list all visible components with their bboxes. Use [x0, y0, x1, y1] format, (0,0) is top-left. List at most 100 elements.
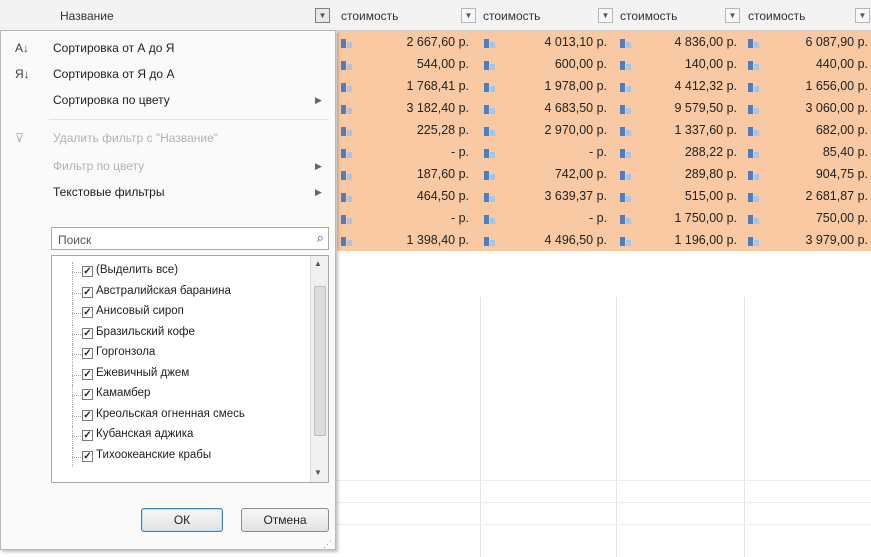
ok-button[interactable]: ОК	[141, 508, 223, 532]
search-icon[interactable]: ⌕	[317, 230, 324, 246]
table-cell[interactable]: 4 412,32 р.	[627, 75, 737, 97]
checkbox-checked[interactable]: ✓	[82, 307, 93, 318]
sort-descending-icon: Я↓	[15, 67, 30, 81]
clear-filter-item[interactable]: ⊽ Удалить фильтр с "Название"	[1, 127, 335, 149]
table-cell[interactable]: 140,00 р.	[627, 53, 737, 75]
table-cell[interactable]: 85,40 р.	[758, 141, 868, 163]
table-cell[interactable]: 600,00 р.	[497, 53, 607, 75]
table-cell[interactable]: 682,00 р.	[758, 119, 868, 141]
checklist-item[interactable]: ✓ Анисовый сироп	[52, 303, 307, 323]
table-cell[interactable]: - р.	[359, 141, 469, 163]
sort-az-item[interactable]: A↓ Сортировка от А до Я	[1, 37, 335, 59]
text-filters-item[interactable]: Текстовые фильтры ▶	[1, 181, 335, 203]
tree-line	[72, 395, 81, 396]
table-cell[interactable]: 3 182,40 р.	[359, 97, 469, 119]
table-cell[interactable]: 1 750,00 р.	[627, 207, 737, 229]
table-cell[interactable]: 1 978,00 р.	[497, 75, 607, 97]
table-cell[interactable]: 289,80 р.	[627, 163, 737, 185]
column-header-cost-4[interactable]: стоимость	[748, 6, 805, 26]
table-cell[interactable]: 225,28 р.	[359, 119, 469, 141]
checkbox-checked[interactable]: ✓	[82, 409, 93, 421]
table-row[interactable]: 225,28 р. 2 970,00 р. 1 337,60 р. 682,00 р.	[337, 119, 871, 142]
checkbox-checked[interactable]: ✓	[82, 450, 93, 462]
table-cell[interactable]: 9 579,50 р.	[627, 97, 737, 119]
table-cell[interactable]: 4 836,00 р.	[627, 31, 737, 53]
table-row[interactable]: 3 182,40 р. 4 683,50 р. 9 579,50 р. 3 060,0…	[337, 97, 871, 120]
filter-dropdown-name[interactable]: ▼	[315, 8, 330, 23]
table-cell[interactable]: 4 683,50 р.	[497, 97, 607, 119]
table-cell[interactable]: 3 060,00 р.	[758, 97, 868, 119]
table-cell[interactable]: 1 398,40 р.	[359, 229, 469, 251]
checkbox-checked[interactable]: ✓	[82, 327, 93, 339]
table-cell[interactable]: 1 337,60 р.	[627, 119, 737, 141]
checklist-item[interactable]: ✓ Кубанская аджика	[52, 426, 307, 446]
table-cell[interactable]: 742,00 р.	[497, 163, 607, 185]
table-cell[interactable]: - р.	[497, 207, 607, 229]
filter-dropdown-cost-1[interactable]: ▼	[461, 8, 476, 23]
table-cell[interactable]: 1 656,00 р.	[758, 75, 868, 97]
table-cell[interactable]: 3 979,00 р.	[758, 229, 868, 251]
table-row[interactable]: 1 768,41 р. 1 978,00 р. 4 412,32 р. 1 656,0…	[337, 75, 871, 98]
table-cell[interactable]: 6 087,90 р.	[758, 31, 868, 53]
filter-dropdown-cost-2[interactable]: ▼	[598, 8, 613, 23]
table-row[interactable]: 1 398,40 р. 4 496,50 р. 1 196,00 р. 3 979,0…	[337, 229, 871, 252]
table-cell[interactable]: 1 768,41 р.	[359, 75, 469, 97]
table-cell[interactable]: 440,00 р.	[758, 53, 868, 75]
table-cell[interactable]: - р.	[359, 207, 469, 229]
scroll-down-icon[interactable]: ▼	[314, 468, 322, 477]
table-cell[interactable]: 515,00 р.	[627, 185, 737, 207]
table-cell[interactable]: 3 639,37 р.	[497, 185, 607, 207]
table-cell[interactable]: 187,60 р.	[359, 163, 469, 185]
column-header-cost-2-label: стоимость	[483, 9, 541, 23]
checkbox-checked[interactable]: ✓	[82, 286, 93, 298]
submenu-arrow-icon: ▶	[315, 186, 322, 197]
autofilter-panel: A↓ Сортировка от А до Я Я↓ Сортировка от…	[0, 30, 336, 550]
checkbox-checked[interactable]: ✓	[82, 266, 93, 277]
table-cell[interactable]: 4 496,50 р.	[497, 229, 607, 251]
sort-za-item[interactable]: Я↓ Сортировка от Я до А	[1, 63, 335, 85]
filter-dropdown-cost-4[interactable]: ▼	[855, 8, 870, 23]
checkbox-checked[interactable]: ✓	[82, 430, 93, 441]
table-row[interactable]: 187,60 р. 742,00 р. 289,80 р. 904,75 р.	[337, 163, 871, 186]
column-header-cost-2[interactable]: стоимость	[483, 6, 540, 26]
column-header-name[interactable]: Название	[60, 6, 114, 26]
checkbox-checked[interactable]: ✓	[82, 389, 93, 400]
checklist-item[interactable]: ✓ (Выделить все)	[52, 262, 307, 282]
table-cell[interactable]: 2 667,60 р.	[359, 31, 469, 53]
table-cell[interactable]: 464,50 р.	[359, 185, 469, 207]
column-header-cost-3[interactable]: стоимость	[620, 6, 677, 26]
search-input[interactable]	[56, 230, 300, 249]
table-cell[interactable]: 544,00 р.	[359, 53, 469, 75]
checklist-item[interactable]: ✓ Горгонзола	[52, 344, 307, 364]
checklist-item[interactable]: ✓ Камамбер	[52, 385, 307, 405]
table-cell[interactable]: 1 196,00 р.	[627, 229, 737, 251]
checklist-item[interactable]: ✓ Бразильский кофе	[52, 323, 307, 344]
resize-grip-icon[interactable]: ⋰	[323, 539, 332, 550]
table-cell[interactable]: 750,00 р.	[758, 207, 868, 229]
scroll-thumb[interactable]	[314, 286, 326, 436]
table-row[interactable]: 2 667,60 р. 4 013,10 р. 4 836,00 р. 6 087,9…	[337, 31, 871, 54]
checklist-item[interactable]: ✓ Австралийская баранина	[52, 282, 307, 303]
checklist-item[interactable]: ✓ Ежевичный джем	[52, 364, 307, 385]
table-cell[interactable]: 288,22 р.	[627, 141, 737, 163]
checkbox-checked[interactable]: ✓	[82, 368, 93, 380]
table-row[interactable]: - р. - р. 1 750,00 р. 750,00 р.	[337, 207, 871, 230]
checklist-scrollbar[interactable]: ▲ ▼	[310, 256, 328, 482]
scroll-up-icon[interactable]: ▲	[314, 259, 322, 268]
column-header-cost-1[interactable]: стоимость	[341, 6, 398, 26]
table-cell[interactable]: 2 681,87 р.	[758, 185, 868, 207]
checkbox-checked[interactable]: ✓	[82, 348, 93, 359]
table-cell[interactable]: - р.	[497, 141, 607, 163]
table-cell[interactable]: 2 970,00 р.	[497, 119, 607, 141]
checklist-item[interactable]: ✓ Тихоокеанские крабы	[52, 446, 307, 467]
table-row[interactable]: 464,50 р. 3 639,37 р. 515,00 р. 2 681,87 р.	[337, 185, 871, 208]
table-row[interactable]: 544,00 р. 600,00 р. 140,00 р. 440,00 р.	[337, 53, 871, 76]
sort-by-color-item[interactable]: Сортировка по цвету ▶	[1, 89, 335, 111]
cancel-button[interactable]: Отмена	[241, 508, 329, 532]
filter-dropdown-cost-3[interactable]: ▼	[725, 8, 740, 23]
filter-by-color-item[interactable]: Фильтр по цвету ▶	[1, 155, 335, 177]
table-cell[interactable]: 4 013,10 р.	[497, 31, 607, 53]
checklist-item[interactable]: ✓ Креольская огненная смесь	[52, 405, 307, 426]
table-row[interactable]: - р. - р. 288,22 р. 85,40 р.	[337, 141, 871, 164]
table-cell[interactable]: 904,75 р.	[758, 163, 868, 185]
